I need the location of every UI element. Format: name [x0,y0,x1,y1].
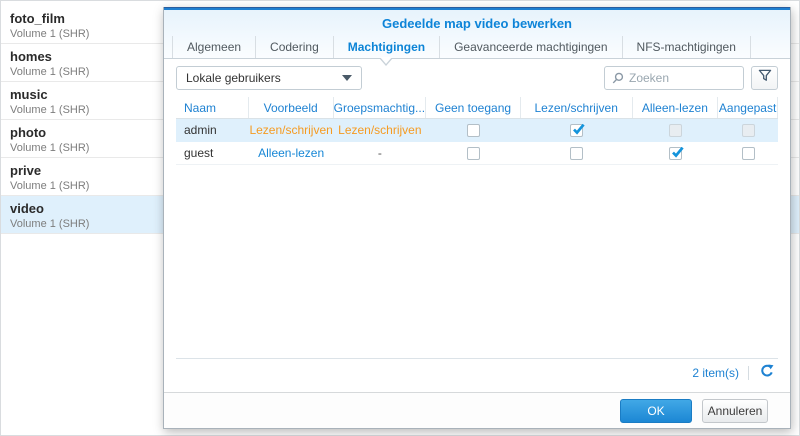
column-header-lezen-schrijven[interactable]: Lezen/schrijven [521,97,633,118]
cell-read-write [521,123,633,137]
status-bar: 2 item(s) [176,358,778,382]
dialog-titlebar[interactable]: Gedeelde map video bewerken [164,10,790,36]
screen: foto_film Volume 1 (SHR) homes Volume 1 … [0,0,800,436]
cell-read-only [633,146,719,160]
cell-custom [718,146,778,160]
tab-label: Algemeen [187,40,242,54]
toolbar: Lokale gebruikers [176,66,778,90]
item-count: 2 item(s) [692,366,739,380]
table-header-row: Naam Voorbeeld Groepsmachtig... Geen toe… [176,97,779,119]
chevron-down-icon [342,75,352,81]
edit-shared-folder-dialog: Gedeelde map video bewerken Algemeen Cod… [163,7,791,429]
cell-preview: Lezen/schrijven [249,123,333,137]
cell-read-write [521,146,633,160]
search-icon [611,72,624,85]
dropdown-value: Lokale gebruikers [186,71,281,85]
dialog-footer: OK Annuleren [164,392,790,428]
cell-no-access [426,123,521,137]
filter-funnel-icon [758,69,772,87]
column-header-geen-toegang[interactable]: Geen toegang [426,97,521,118]
tab-codering[interactable]: Codering [256,36,334,58]
ok-button[interactable]: OK [620,398,692,423]
search-input[interactable] [629,71,737,85]
tab-bar: Algemeen Codering Machtigingen Geavancee… [164,36,790,66]
dialog-content: Lokale gebruikers Zoeken Naam Voorbeeld … [164,59,790,392]
cell-custom [718,123,778,137]
search-box [604,66,744,90]
cell-no-access [426,146,521,160]
filter-button[interactable] [751,66,778,90]
tab-label: Machtigingen [347,40,426,54]
checkbox-lezen-schrijven[interactable] [570,146,584,160]
permissions-table: Naam Voorbeeld Groepsmachtig... Geen toe… [176,97,779,165]
cell-name: admin [184,123,217,137]
cell-name: guest [184,146,214,160]
checkbox-alleen-lezen [668,123,682,137]
checkbox-aangepast[interactable] [741,146,755,160]
checkbox-geen-toegang[interactable] [467,123,481,137]
cancel-button[interactable]: Annuleren [702,398,768,423]
tab-label: NFS-machtigingen [636,40,736,54]
table-row-admin[interactable]: admin Lezen/schrijven Lezen/schrijven [176,119,778,142]
status-divider [748,366,749,380]
tab-nfs-machtigingen[interactable]: NFS-machtigingen [623,36,751,58]
toolbar-right [604,66,778,90]
column-header-groepsmachtigingen[interactable]: Groepsmachtig... [334,97,427,118]
cell-group-permission: Lezen/schrijven [338,123,422,137]
checkbox-alleen-lezen[interactable] [668,146,684,160]
checkbox-geen-toegang[interactable] [467,146,481,160]
user-source-dropdown[interactable]: Lokale gebruikers [176,66,362,90]
column-header-alleen-lezen[interactable]: Alleen-lezen [633,97,719,118]
cell-preview: Alleen-lezen [258,146,325,160]
table-row-guest[interactable]: guest Alleen-lezen - [176,142,778,165]
tab-algemeen[interactable]: Algemeen [172,36,257,58]
column-header-naam[interactable]: Naam [176,97,249,118]
tab-geavanceerde-machtigingen[interactable]: Geavanceerde machtigingen [440,36,623,58]
dialog-header: Gedeelde map video bewerken Algemeen Cod… [164,10,790,66]
tab-label: Geavanceerde machtigingen [454,40,608,54]
tab-machtigingen[interactable]: Machtigingen [334,36,441,66]
column-header-aangepast[interactable]: Aangepast [718,97,779,118]
tab-label: Codering [270,40,319,54]
checkbox-lezen-schrijven[interactable] [570,123,585,137]
cell-group-permission: - [377,146,382,160]
refresh-button[interactable] [758,364,776,382]
refresh-icon [760,364,774,383]
cell-read-only [633,123,719,137]
column-header-voorbeeld[interactable]: Voorbeeld [249,97,334,118]
dialog-title: Gedeelde map video bewerken [381,15,573,31]
checkbox-aangepast [741,123,755,137]
